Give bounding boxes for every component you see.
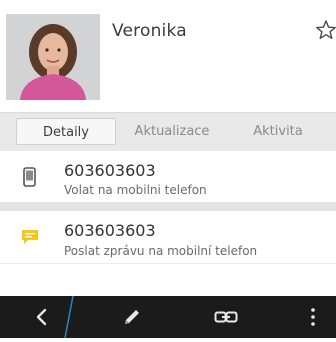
message-icon — [21, 229, 39, 249]
favorite-star-icon[interactable] — [314, 18, 336, 42]
phone-number: 603603603 — [64, 161, 156, 180]
tab-aktualizace[interactable]: Aktualizace — [120, 118, 224, 145]
message-mobile-row[interactable]: 603603603 Poslat zprávu na mobilní telef… — [0, 211, 336, 263]
message-action-label: Poslat zprávu na mobilní telefon — [64, 244, 258, 258]
row-divider — [0, 202, 336, 211]
mobile-phone-icon — [23, 167, 36, 191]
contact-name: Veronika — [112, 21, 187, 41]
call-mobile-row[interactable]: 603603603 Volat na mobilni telefon — [0, 151, 336, 201]
contact-avatar[interactable] — [6, 14, 100, 100]
call-action-label: Volat na mobilni telefon — [64, 183, 207, 197]
row-divider — [0, 263, 336, 264]
tab-detaily[interactable]: Detaily — [16, 118, 116, 145]
back-icon[interactable] — [22, 296, 62, 338]
tab-bar: Detaily Aktualizace Aktivita — [0, 112, 336, 152]
tab-aktivita[interactable]: Aktivita — [226, 118, 330, 145]
accent-divider — [63, 295, 75, 339]
more-options-icon[interactable] — [298, 296, 328, 338]
bottom-action-bar — [0, 295, 336, 339]
phone-number: 603603603 — [64, 221, 156, 240]
edit-pencil-icon[interactable] — [112, 296, 152, 338]
avatar-photo — [6, 14, 100, 100]
link-icon[interactable] — [206, 296, 246, 338]
contact-header: Veronika — [0, 0, 336, 112]
